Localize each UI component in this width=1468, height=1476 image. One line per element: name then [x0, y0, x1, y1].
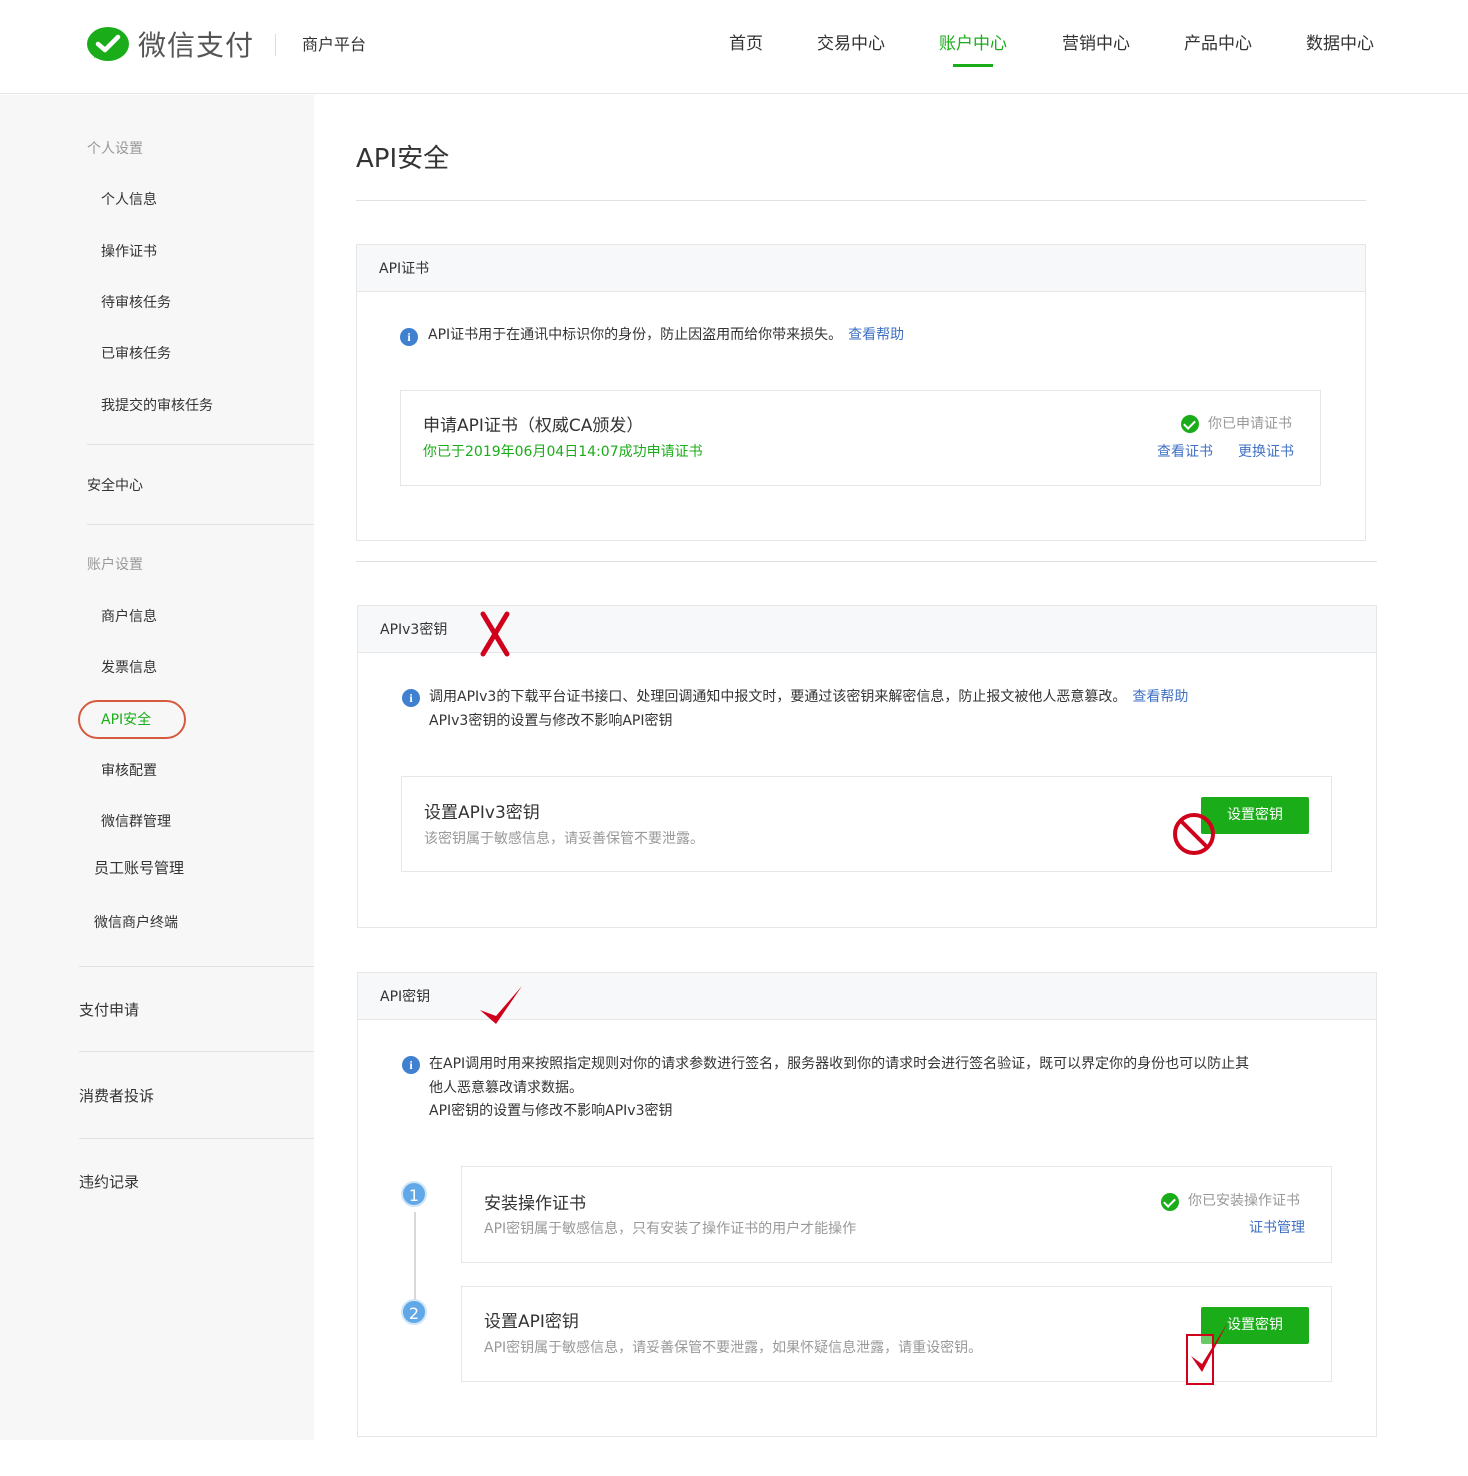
view-cert-link[interactable]: 查看证书 [1157, 441, 1213, 463]
sidebar-item-pay-apply[interactable]: 支付申请 [79, 1000, 139, 1020]
step1-subtitle: API密钥属于敏感信息，只有安装了操作证书的用户才能操作 [484, 1221, 857, 1237]
apiv3-help-link[interactable]: 查看帮助 [1132, 689, 1188, 705]
sidebar-divider [79, 1051, 314, 1052]
sidebar-divider [87, 524, 314, 525]
sidebar-divider [79, 966, 314, 967]
panel-header-title: APIv3密钥 [380, 622, 448, 638]
step-number-2: 2 [401, 1299, 427, 1325]
sidebar-group-personal: 个人设置 [87, 141, 143, 157]
apiv3-info-line1: 调用APIv3的下载平台证书接口、处理回调通知中报文时，要通过该密钥来解密信息，… [429, 689, 1189, 705]
cert-card [400, 390, 1321, 486]
step-number-1: 1 [401, 1181, 427, 1207]
step-connector [414, 1212, 416, 1304]
sidebar-item-api-security[interactable]: API安全 [101, 710, 151, 730]
sidebar-item-my-submitted[interactable]: 我提交的审核任务 [101, 396, 213, 416]
top-navigation-bar: 微信支付 商户平台 首页 交易中心 账户中心 营销中心 产品中心 数据中心 [0, 0, 1468, 94]
sidebar-divider [87, 444, 314, 445]
sidebar-item-merchant-info[interactable]: 商户信息 [101, 607, 157, 627]
sidebar-group-account: 账户设置 [87, 557, 143, 573]
sidebar-item-pending-review[interactable]: 待审核任务 [101, 293, 171, 313]
sidebar-item-reviewed[interactable]: 已审核任务 [101, 344, 171, 364]
apiv3-info-line2: APIv3密钥的设置与修改不影响API密钥 [429, 713, 673, 729]
wechat-pay-logo-icon [87, 27, 129, 61]
step1-title: 安装操作证书 [484, 1194, 586, 1214]
check-circle-icon [1161, 1193, 1179, 1211]
check-circle-icon [1181, 415, 1199, 433]
sidebar-divider [79, 1138, 314, 1139]
apiv3-key-panel: APIv3密钥 [357, 605, 1377, 928]
api-key-info-line2: 他人恶意篡改请求数据。 [429, 1080, 583, 1096]
replace-cert-link[interactable]: 更换证书 [1238, 441, 1294, 463]
panel-header: API证书 [357, 245, 1365, 292]
cert-applied-date: 你已于2019年06月04日14:07成功申请证书 [423, 444, 703, 460]
red-check-mark-icon [480, 986, 522, 1024]
nav-account-center[interactable]: 账户中心 [939, 32, 1007, 56]
nav-transactions[interactable]: 交易中心 [817, 32, 885, 56]
sidebar-item-invoice-info[interactable]: 发票信息 [101, 658, 157, 678]
apiv3-card-title: 设置APIv3密钥 [424, 803, 540, 823]
nav-data[interactable]: 数据中心 [1306, 32, 1374, 56]
sidebar-item-security-center[interactable]: 安全中心 [87, 476, 143, 496]
red-check-mark-icon [1191, 1322, 1228, 1372]
panel-header: APIv3密钥 [358, 606, 1376, 653]
platform-name: 商户平台 [302, 35, 367, 54]
sidebar-item-wechat-group[interactable]: 微信群管理 [101, 812, 171, 832]
nav-marketing[interactable]: 营销中心 [1062, 32, 1130, 56]
api-key-info-line3: API密钥的设置与修改不影响APIv3密钥 [429, 1103, 673, 1119]
api-key-info-line1: 在API调用时用来按照指定规则对你的请求参数进行签名，服务器收到你的请求时会进行… [429, 1056, 1250, 1072]
info-icon: i [400, 328, 418, 346]
brand-name: 微信支付 [138, 29, 255, 62]
title-divider [356, 200, 1366, 201]
step2-title: 设置API密钥 [484, 1312, 579, 1332]
sidebar-item-violations[interactable]: 违约记录 [79, 1172, 139, 1192]
prohibited-icon [1173, 813, 1215, 855]
step1-status: 你已安装操作证书 [1188, 1193, 1300, 1209]
info-icon: i [402, 689, 420, 707]
cert-management-link[interactable]: 证书管理 [1249, 1217, 1305, 1239]
sidebar-item-review-config[interactable]: 审核配置 [101, 761, 157, 781]
sidebar-item-operation-cert[interactable]: 操作证书 [101, 242, 157, 262]
section-divider [356, 561, 1377, 562]
page-title: API安全 [356, 144, 450, 174]
sidebar-item-personal-info[interactable]: 个人信息 [101, 190, 157, 210]
cert-info-text: API证书用于在通讯中标识你的身份，防止因盗用而给你带来损失。 查看帮助 [428, 327, 905, 343]
panel-header-title: API密钥 [380, 989, 431, 1005]
info-icon: i [402, 1056, 420, 1074]
logo-divider [275, 34, 276, 56]
nav-home[interactable]: 首页 [729, 32, 763, 56]
red-x-mark-icon [480, 611, 510, 657]
sidebar-item-complaints[interactable]: 消费者投诉 [79, 1086, 154, 1106]
set-apiv3-key-button[interactable]: 设置密钥 [1201, 797, 1309, 834]
panel-header-title: API证书 [379, 261, 430, 277]
sidebar-item-merchant-terminal[interactable]: 微信商户终端 [94, 913, 178, 933]
nav-products[interactable]: 产品中心 [1184, 32, 1252, 56]
cert-card-title: 申请API证书（权威CA颁发） [423, 416, 644, 436]
active-nav-indicator [953, 64, 993, 67]
page-bottom [0, 1440, 1468, 1476]
install-cert-step-card [461, 1166, 1332, 1263]
step2-subtitle: API密钥属于敏感信息，请妥善保管不要泄露，如果怀疑信息泄露，请重设密钥。 [484, 1340, 983, 1356]
cert-help-link[interactable]: 查看帮助 [848, 327, 904, 343]
cert-applied-label: 你已申请证书 [1208, 416, 1292, 432]
apiv3-card-subtitle: 该密钥属于敏感信息，请妥善保管不要泄露。 [424, 831, 704, 847]
sidebar-item-employee-accounts[interactable]: 员工账号管理 [94, 858, 184, 878]
